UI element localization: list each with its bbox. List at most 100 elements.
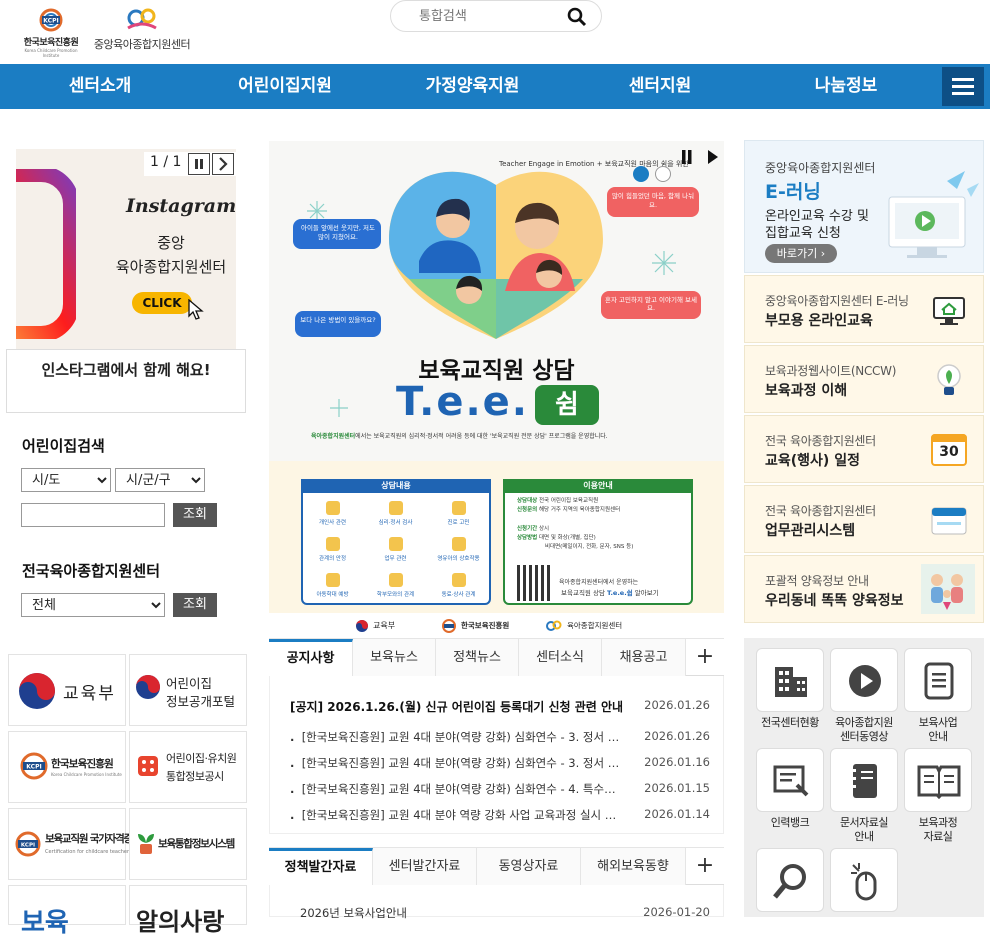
elearning-org: 중앙육아종합지원센터 — [765, 161, 876, 175]
tab-recruitment[interactable]: 채용공고 — [602, 639, 686, 676]
building-icon — [775, 667, 807, 697]
quick-search[interactable] — [755, 848, 825, 912]
love-banner-text: 알의사랑 — [136, 908, 225, 936]
pause-button[interactable] — [188, 153, 210, 175]
notice-more-button[interactable]: + — [686, 639, 724, 676]
qr-code-icon — [517, 565, 553, 601]
kcpi-banner-mark: KCPI — [26, 764, 41, 771]
menu-button[interactable] — [942, 67, 984, 106]
list-item[interactable]: . [한국보육진흥원] 교원 4대 분야(역량 강화) 심화연수 - 4. 특수… — [290, 781, 710, 801]
kcpi-banner[interactable]: KCPI 한국보육진흥원 Korea Childcare Promotion I… — [8, 731, 126, 803]
quick-document-archive[interactable]: 문서자료실 안내 — [829, 748, 899, 844]
quick-label-2: 안내 — [928, 730, 948, 743]
childcare-banner[interactable]: 보육 — [8, 885, 126, 938]
unified-disclosure-banner[interactable]: 어린이집·유치원 통합정보공시 — [129, 731, 247, 803]
nav-center-support[interactable]: 센터지원 — [610, 64, 710, 109]
counseling-info-banner[interactable]: 상담내용 개인사 관련 심리·정서 검사 진로 고민 관계의 안정 업무 관련 … — [269, 461, 724, 637]
list-item[interactable]: 2026년 보육사업안내 2026-01-20 — [290, 905, 710, 925]
tab-overseas-trends[interactable]: 해외보육동향 — [581, 848, 686, 885]
banner-dot-2[interactable] — [655, 166, 671, 182]
cert-text: 보육교직원 국가자격증 — [45, 833, 133, 845]
quick-center-video[interactable]: 육아종합지원 센터동영상 — [829, 648, 899, 744]
banner-dot-1[interactable] — [633, 166, 649, 182]
parent-online-edu-link[interactable]: 중앙육아종합지원센터 E-러닝 부모용 온라인교육 — [744, 275, 984, 343]
banner-play-button[interactable] — [707, 149, 719, 169]
neighborhood-info-link[interactable]: 포괄적 양육정보 안내 우리동네 똑똑 양육정보 — [744, 555, 984, 623]
kcpi-banner-text: 한국보육진흥원 — [51, 758, 114, 770]
list-item-title: [한국보육진흥원] 교원 4대 분야(역량 강화) 심화연수 - 3. 정서 및… — [301, 730, 620, 744]
qr-text-3: T.e.e.쉼 — [607, 589, 633, 597]
edu-schedule-link[interactable]: 전국 육아종합지원센터 교육(행사) 일정 30 — [744, 415, 984, 483]
kcpi-logo[interactable]: KCPI 한국보육진흥원 Korea Childcare Promotion I… — [22, 8, 80, 58]
instagram-line2: 육아종합지원센터 — [115, 258, 227, 276]
center-logo[interactable]: 중앙육아종합지원센터 — [92, 6, 192, 54]
quick-center-status[interactable]: 전국센터현황 — [755, 648, 825, 730]
quick-click[interactable] — [829, 848, 899, 912]
sigungu-select[interactable]: 시/군/구 — [115, 468, 205, 492]
tab-center-news[interactable]: 센터소식 — [519, 639, 602, 676]
elearning-title: E-러닝 — [765, 181, 821, 203]
elearning-banner[interactable]: 중앙육아종합지원센터 E-러닝 온라인교육 수강 및 집합교육 신청 바로가기 … — [744, 140, 984, 273]
chevron-right-icon — [219, 157, 228, 171]
link-big-text: 보육과정 이해 — [765, 383, 848, 399]
plus-icon: + — [695, 853, 715, 878]
list-item[interactable]: . [한국보육진흥원] 교원 4대 분야 역량 강화 사업 교육과정 실시 안내… — [290, 807, 710, 827]
search-icon[interactable] — [567, 7, 587, 27]
portal-banner[interactable]: 어린이집 정보공개포털 — [129, 654, 247, 726]
window-icon — [931, 507, 967, 535]
counseling-items: 개인사 관련 심리·정서 검사 진로 고민 관계의 안정 업무 관련 영유아의 … — [301, 497, 491, 605]
policy-more-button[interactable]: + — [686, 848, 724, 885]
cursor-icon — [188, 299, 204, 320]
love-banner[interactable]: 알의사랑 — [129, 885, 247, 936]
sido-select[interactable]: 시/도 — [21, 468, 111, 492]
instagram-banner[interactable]: Instagram 중앙 육아종합지원센터 CLICK 1 / 1 — [16, 149, 236, 349]
notice-headline-date: 2026.01.26 — [644, 698, 710, 712]
quick-label-2: 자료실 — [923, 830, 953, 843]
notice-list: [공지] 2026.1.26.(월) 신규 어린이집 등록대기 신청 관련 안내… — [269, 676, 724, 834]
tab-center-publications[interactable]: 센터발간자료 — [373, 848, 477, 885]
quick-human-resource-bank[interactable]: 인력뱅크 — [755, 748, 825, 830]
moe-small-logo-icon — [136, 675, 160, 699]
instagram-logo-icon — [16, 169, 76, 339]
work-management-link[interactable]: 전국 육아종합지원센터 업무관리시스템 — [744, 485, 984, 553]
list-item[interactable]: . [한국보육진흥원] 교원 4대 분야(역량 강화) 심화연수 - 3. 정서… — [290, 729, 710, 749]
tab-notice[interactable]: 공지사항 — [269, 639, 353, 676]
integrated-system-banner[interactable]: 보육통합정보시스템 — [129, 808, 247, 880]
instagram-line1: 중앙 — [157, 234, 185, 252]
daycare-name-input[interactable] — [21, 503, 165, 527]
main-banner[interactable]: Teacher Engage in Emotion + 보육교직원 마음의 쉼을… — [269, 141, 724, 461]
dice-icon — [138, 756, 158, 776]
next-button[interactable] — [212, 153, 234, 175]
elearning-go-button[interactable]: 바로가기 › — [765, 244, 837, 263]
nav-daycare-support[interactable]: 어린이집지원 — [220, 64, 350, 109]
cert-banner[interactable]: KCPI 보육교직원 국가자격증 Certification for child… — [8, 808, 133, 880]
nav-home-parenting[interactable]: 가정양육지원 — [405, 64, 540, 109]
tab-video[interactable]: 동영상자료 — [477, 848, 581, 885]
nccw-link[interactable]: 보육과정웹사이트(NCCW) 보육과정 이해 — [744, 345, 984, 413]
tab-policy-news[interactable]: 정책뉴스 — [436, 639, 519, 676]
moe-logo-icon — [19, 673, 55, 709]
notice-headline[interactable]: [공지] 2026.1.26.(월) 신규 어린이집 등록대기 신청 관련 안내… — [290, 698, 710, 718]
quick-curriculum-archive[interactable]: 보육과정 자료실 — [903, 748, 973, 844]
center-footer-icon — [546, 620, 562, 631]
moe-banner[interactable]: 교육부 — [8, 654, 126, 726]
qr-text-4: 알아보기 — [634, 589, 659, 597]
elearning-desc-2: 집합교육 신청 — [765, 226, 841, 241]
bubble-2: 많이 힘들었던 마음, 함께 나눠요. — [611, 192, 695, 209]
nav-sharing-info[interactable]: 나눔정보 — [796, 64, 896, 109]
nav-center-intro[interactable]: 센터소개 — [50, 64, 150, 109]
tab-childcare-news[interactable]: 보육뉴스 — [353, 639, 436, 676]
moe-footer-icon — [356, 620, 368, 632]
counseling-item: 영유아의 상호작용 — [437, 556, 480, 562]
tab-policy-publications[interactable]: 정책발간자료 — [269, 848, 373, 885]
banner-pause-button[interactable] — [681, 149, 692, 164]
quick-label: 보육과정 — [918, 816, 958, 829]
center-select[interactable]: 전체 — [21, 593, 165, 617]
quick-childcare-business[interactable]: 보육사업 안내 — [903, 648, 973, 744]
notice-headline-title: [공지] 2026.1.26.(월) 신규 어린이집 등록대기 신청 관련 안내 — [290, 700, 624, 714]
daycare-search-button[interactable]: 조회 — [173, 503, 217, 527]
center-search-button[interactable]: 조회 — [173, 593, 217, 617]
list-item-title: [한국보육진흥원] 교원 4대 분야(역량 강화) 심화연수 - 4. 특수교육 — [301, 782, 620, 796]
search-input[interactable] — [419, 7, 559, 25]
list-item[interactable]: . [한국보육진흥원] 교원 4대 분야(역량 강화) 심화연수 - 3. 정서… — [290, 755, 710, 775]
